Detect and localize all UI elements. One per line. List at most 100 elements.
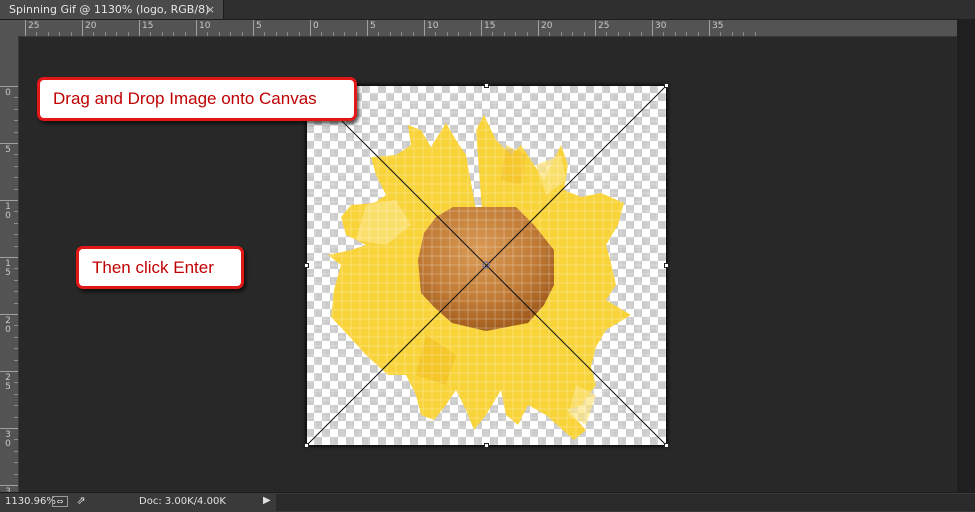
ruler-minor-tick xyxy=(503,32,505,36)
ruler-minor-tick xyxy=(298,32,300,36)
ruler-tick-label: 15 xyxy=(5,259,11,278)
ruler-minor-tick xyxy=(560,32,562,36)
ruler-minor-tick xyxy=(663,32,665,36)
ruler-tick-label: 20 xyxy=(85,21,97,31)
ruler-minor-tick xyxy=(731,32,733,36)
sunflower-image-layer xyxy=(306,85,667,446)
ruler-minor-tick xyxy=(14,348,18,350)
transform-handle-bottom-left[interactable] xyxy=(304,443,309,448)
ruler-minor-tick xyxy=(207,32,209,36)
transform-handle-top[interactable] xyxy=(484,83,489,88)
ruler-corner[interactable] xyxy=(0,20,19,37)
ruler-minor-tick xyxy=(14,416,18,418)
instruction-callout-drag-drop: Drag and Drop Image onto Canvas xyxy=(37,77,357,121)
ruler-minor-tick xyxy=(127,32,129,36)
ruler-major-tick xyxy=(0,143,18,144)
ruler-minor-tick xyxy=(492,32,494,36)
share-icon[interactable]: ⇗ xyxy=(73,495,89,507)
ruler-minor-tick xyxy=(606,32,608,36)
transform-handle-bottom[interactable] xyxy=(484,443,489,448)
transform-handle-left[interactable] xyxy=(304,263,309,268)
ruler-major-tick xyxy=(595,20,596,36)
ruler-tick-label: 15 xyxy=(484,21,496,31)
document-canvas[interactable] xyxy=(304,83,669,448)
ruler-tick-label: 5 xyxy=(370,21,376,31)
ruler-minor-tick xyxy=(344,32,346,36)
ruler-tick-label: 25 xyxy=(28,21,40,31)
ruler-major-tick xyxy=(253,20,254,36)
ruler-major-tick xyxy=(25,20,26,36)
ruler-minor-tick xyxy=(150,32,152,36)
ruler-minor-tick xyxy=(218,32,220,36)
ruler-minor-tick xyxy=(526,32,528,36)
transform-handle-bottom-right[interactable] xyxy=(664,443,669,448)
ruler-minor-tick xyxy=(184,32,186,36)
document-tab[interactable]: Spinning Gif @ 1130% (logo, RGB/8) × xyxy=(0,0,224,19)
ruler-minor-tick xyxy=(14,405,18,407)
ruler-minor-tick xyxy=(583,32,585,36)
fit-screen-icon[interactable]: ⇔ xyxy=(52,496,68,507)
ruler-minor-tick xyxy=(173,32,175,36)
callout-text-drag-drop: Drag and Drop Image onto Canvas xyxy=(53,89,317,108)
horizontal-ruler[interactable]: 25 20 15 10 5 0 5 10 15 20 25 30 35 xyxy=(18,20,957,37)
ruler-minor-tick xyxy=(14,177,18,179)
ruler-minor-tick xyxy=(241,32,243,36)
ruler-minor-tick xyxy=(754,32,756,36)
transform-handle-top-right[interactable] xyxy=(664,83,669,88)
ruler-major-tick xyxy=(0,200,18,201)
document-size-info[interactable]: Doc: 3.00K/4.00K xyxy=(139,496,226,507)
transform-handle-right[interactable] xyxy=(664,263,669,268)
document-tab-bar: Spinning Gif @ 1130% (logo, RGB/8) × xyxy=(0,0,975,20)
ruler-major-tick xyxy=(367,20,368,36)
ruler-minor-tick xyxy=(14,325,18,327)
ruler-minor-tick xyxy=(14,97,18,99)
ruler-minor-tick xyxy=(697,32,699,36)
ruler-minor-tick xyxy=(14,450,18,452)
ruler-tick-label: 0 xyxy=(5,88,11,98)
horizontal-scrollbar[interactable] xyxy=(276,494,975,511)
ruler-minor-tick xyxy=(446,32,448,36)
zoom-level-field[interactable]: 1130.96% xyxy=(5,496,56,507)
ruler-tick-label: 30 xyxy=(5,430,11,449)
ruler-major-tick xyxy=(196,20,197,36)
ruler-minor-tick xyxy=(14,234,18,236)
ruler-minor-tick xyxy=(469,32,471,36)
ruler-tick-label: 5 xyxy=(256,21,262,31)
ruler-minor-tick xyxy=(14,439,18,441)
ruler-tick-label: 30 xyxy=(655,21,667,31)
ruler-major-tick xyxy=(0,257,18,258)
instruction-callout-enter: Then click Enter xyxy=(76,246,244,289)
ruler-minor-tick xyxy=(14,245,18,247)
play-arrow-icon[interactable]: ▶ xyxy=(263,495,271,506)
ruler-tick-label: 5 xyxy=(5,145,11,155)
ruler-minor-tick xyxy=(14,120,18,122)
ruler-minor-tick xyxy=(14,222,18,224)
status-bar: 1130.96% ⇔ ⇗ Doc: 3.00K/4.00K ▶ xyxy=(0,492,975,512)
document-tab-title: Spinning Gif @ 1130% (logo, RGB/8) xyxy=(9,3,210,16)
ruler-tick-label: 25 xyxy=(5,373,11,392)
ruler-minor-tick xyxy=(14,108,18,110)
ruler-minor-tick xyxy=(14,393,18,395)
close-icon[interactable]: × xyxy=(206,3,215,16)
ruler-tick-label: 25 xyxy=(598,21,610,31)
ruler-minor-tick xyxy=(14,165,18,167)
ruler-minor-tick xyxy=(743,32,745,36)
ruler-major-tick xyxy=(82,20,83,36)
ruler-major-tick xyxy=(0,314,18,315)
ruler-minor-tick xyxy=(14,188,18,190)
ruler-minor-tick xyxy=(549,32,551,36)
ruler-minor-tick xyxy=(686,32,688,36)
ruler-minor-tick xyxy=(14,131,18,133)
ruler-minor-tick xyxy=(720,32,722,36)
ruler-minor-tick xyxy=(321,32,323,36)
ruler-minor-tick xyxy=(14,336,18,338)
ruler-minor-tick xyxy=(435,32,437,36)
vertical-ruler[interactable]: 0510152025303 xyxy=(0,36,19,492)
ruler-minor-tick xyxy=(116,32,118,36)
ruler-minor-tick xyxy=(14,462,18,464)
ruler-tick-label: 10 xyxy=(199,21,211,31)
ruler-minor-tick xyxy=(674,32,676,36)
ruler-minor-tick xyxy=(70,32,72,36)
ruler-major-tick xyxy=(652,20,653,36)
vertical-scrollbar[interactable] xyxy=(957,20,975,492)
